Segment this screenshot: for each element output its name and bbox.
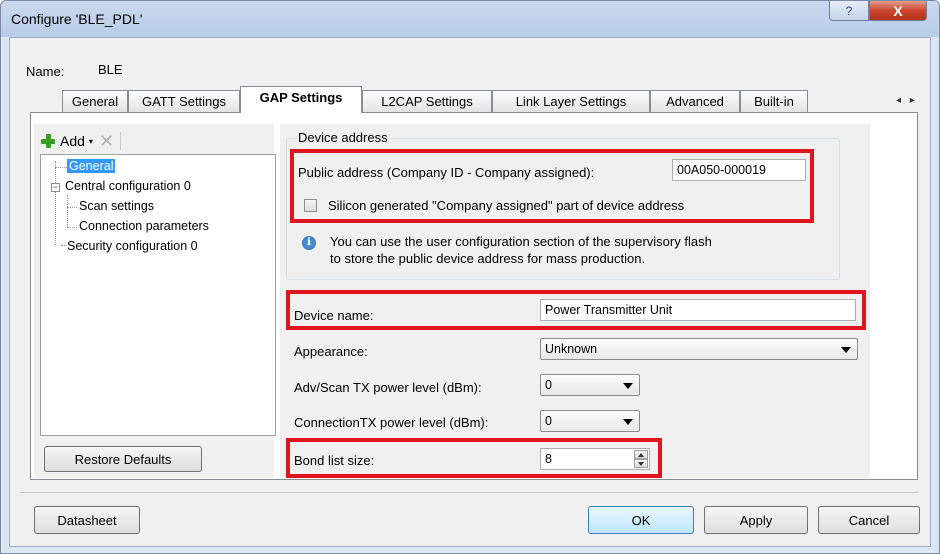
close-button[interactable]: X (869, 1, 927, 21)
highlight-device-address (290, 149, 814, 223)
tree-connector (67, 207, 77, 208)
connection-tx-select[interactable]: 0 (540, 410, 640, 432)
tab-gatt-settings[interactable]: GATT Settings (128, 90, 240, 112)
toolbar-divider (120, 132, 122, 150)
tree-item-central-configuration[interactable]: Central configuration 0 (65, 179, 191, 193)
tab-gap-settings[interactable]: GAP Settings (240, 86, 362, 113)
tab-link-layer-settings[interactable]: Link Layer Settings (492, 90, 650, 112)
tree-connector (55, 167, 67, 168)
restore-defaults-button[interactable]: Restore Defaults (44, 446, 202, 472)
tree-item-security-configuration[interactable]: Security configuration 0 (67, 239, 198, 253)
configuration-tree[interactable]: General − Central configuration 0 Scan s… (40, 154, 276, 436)
help-button[interactable]: ? (829, 1, 869, 21)
chevron-down-icon (623, 419, 633, 425)
close-icon: X (893, 2, 903, 19)
appearance-select[interactable]: Unknown (540, 338, 858, 360)
info-text-line2: to store the public device address for m… (330, 251, 646, 266)
tab-advanced[interactable]: Advanced (650, 90, 740, 112)
tree-connector (67, 195, 68, 227)
adv-scan-tx-value: 0 (545, 378, 552, 392)
tab-built-in[interactable]: Built-in (740, 90, 808, 112)
chevron-down-icon (623, 383, 633, 389)
tab-l2cap-settings[interactable]: L2CAP Settings (362, 90, 492, 112)
highlight-bond-list-size (286, 438, 662, 478)
chevron-down-icon (841, 347, 851, 353)
name-label: Name: (26, 64, 65, 79)
info-text-line1: You can use the user configuration secti… (330, 234, 712, 249)
chevron-down-icon[interactable]: ▾ (89, 137, 93, 146)
add-icon[interactable] (40, 133, 56, 149)
device-address-group-title: Device address (296, 130, 390, 145)
tab-scroll-arrows-icon[interactable]: ◂ ▸ (896, 95, 918, 106)
bottom-divider (20, 492, 918, 493)
delete-icon[interactable]: ✕ (99, 132, 114, 150)
tree-connector (55, 161, 56, 245)
tree-item-connection-parameters[interactable]: Connection parameters (79, 219, 209, 233)
name-value[interactable]: BLE (98, 62, 123, 77)
datasheet-button[interactable]: Datasheet (34, 506, 140, 534)
tree-item-scan-settings[interactable]: Scan settings (79, 199, 154, 213)
title-bar[interactable]: Configure 'BLE_PDL' ? X (1, 1, 939, 37)
appearance-label: Appearance: (294, 344, 368, 359)
adv-scan-tx-select[interactable]: 0 (540, 374, 640, 396)
collapse-icon[interactable]: − (51, 183, 60, 192)
window-title: Configure 'BLE_PDL' (11, 11, 143, 27)
tree-connector (67, 227, 77, 228)
highlight-device-name (286, 290, 866, 330)
appearance-value: Unknown (545, 342, 598, 356)
connection-tx-value: 0 (545, 414, 552, 428)
cancel-button[interactable]: Cancel (818, 506, 920, 534)
ok-button[interactable]: OK (588, 506, 694, 534)
connection-tx-label: ConnectionTX power level (dBm): (294, 415, 489, 430)
adv-scan-tx-label: Adv/Scan TX power level (dBm): (294, 380, 482, 395)
tree-toolbar: Add ▾ ✕ (40, 130, 270, 152)
add-button[interactable]: Add (60, 133, 85, 149)
help-icon: ? (845, 3, 853, 18)
tree-item-general[interactable]: General (67, 159, 116, 173)
apply-button[interactable]: Apply (704, 506, 808, 534)
info-icon: i (302, 236, 316, 250)
tab-strip: General GATT Settings GAP Settings L2CAP… (30, 86, 918, 113)
tab-general[interactable]: General (62, 90, 128, 112)
